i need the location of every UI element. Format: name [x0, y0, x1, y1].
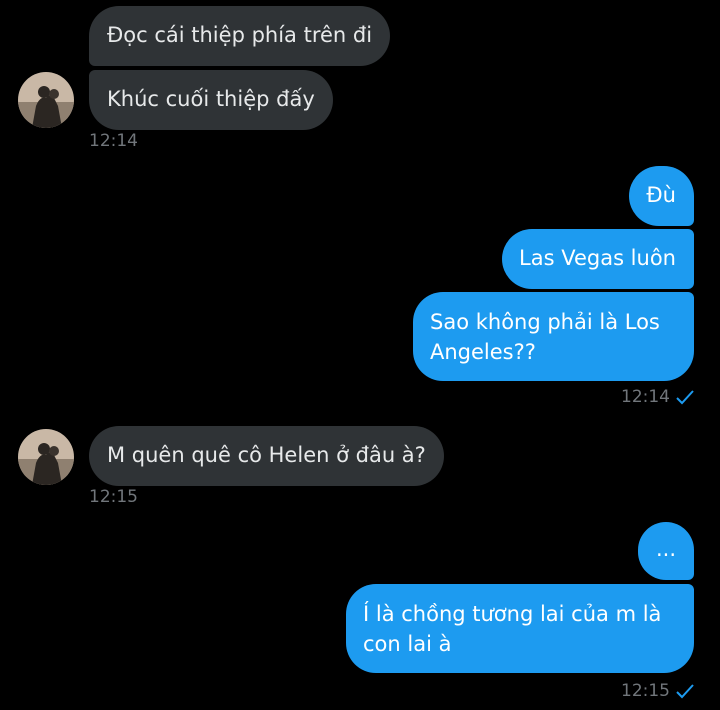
message-timestamp: 12:14	[89, 131, 138, 151]
outgoing-message[interactable]: Í là chồng tương lai của m là con lai à	[346, 584, 694, 673]
outgoing-message[interactable]: Sao không phải là Los Angeles??	[413, 292, 694, 381]
read-check-icon	[676, 684, 694, 699]
timestamp-text: 12:14	[621, 387, 670, 407]
timestamp-text: 12:15	[621, 681, 670, 701]
message-timestamp: 12:14	[621, 387, 694, 407]
outgoing-message[interactable]: ...	[638, 522, 694, 580]
read-check-icon	[676, 390, 694, 405]
message-timestamp: 12:15	[621, 681, 694, 701]
incoming-message[interactable]: Khúc cuối thiệp đấy	[89, 70, 333, 130]
incoming-message[interactable]: M quên quê cô Helen ở đâu à?	[89, 426, 444, 486]
outgoing-message[interactable]: Đù	[629, 166, 694, 226]
incoming-message[interactable]: Đọc cái thiệp phía trên đi	[89, 6, 391, 66]
contact-avatar[interactable]	[18, 429, 74, 485]
message-timestamp: 12:15	[89, 487, 138, 507]
outgoing-message[interactable]: Las Vegas luôn	[502, 229, 694, 289]
contact-avatar[interactable]	[18, 72, 74, 128]
